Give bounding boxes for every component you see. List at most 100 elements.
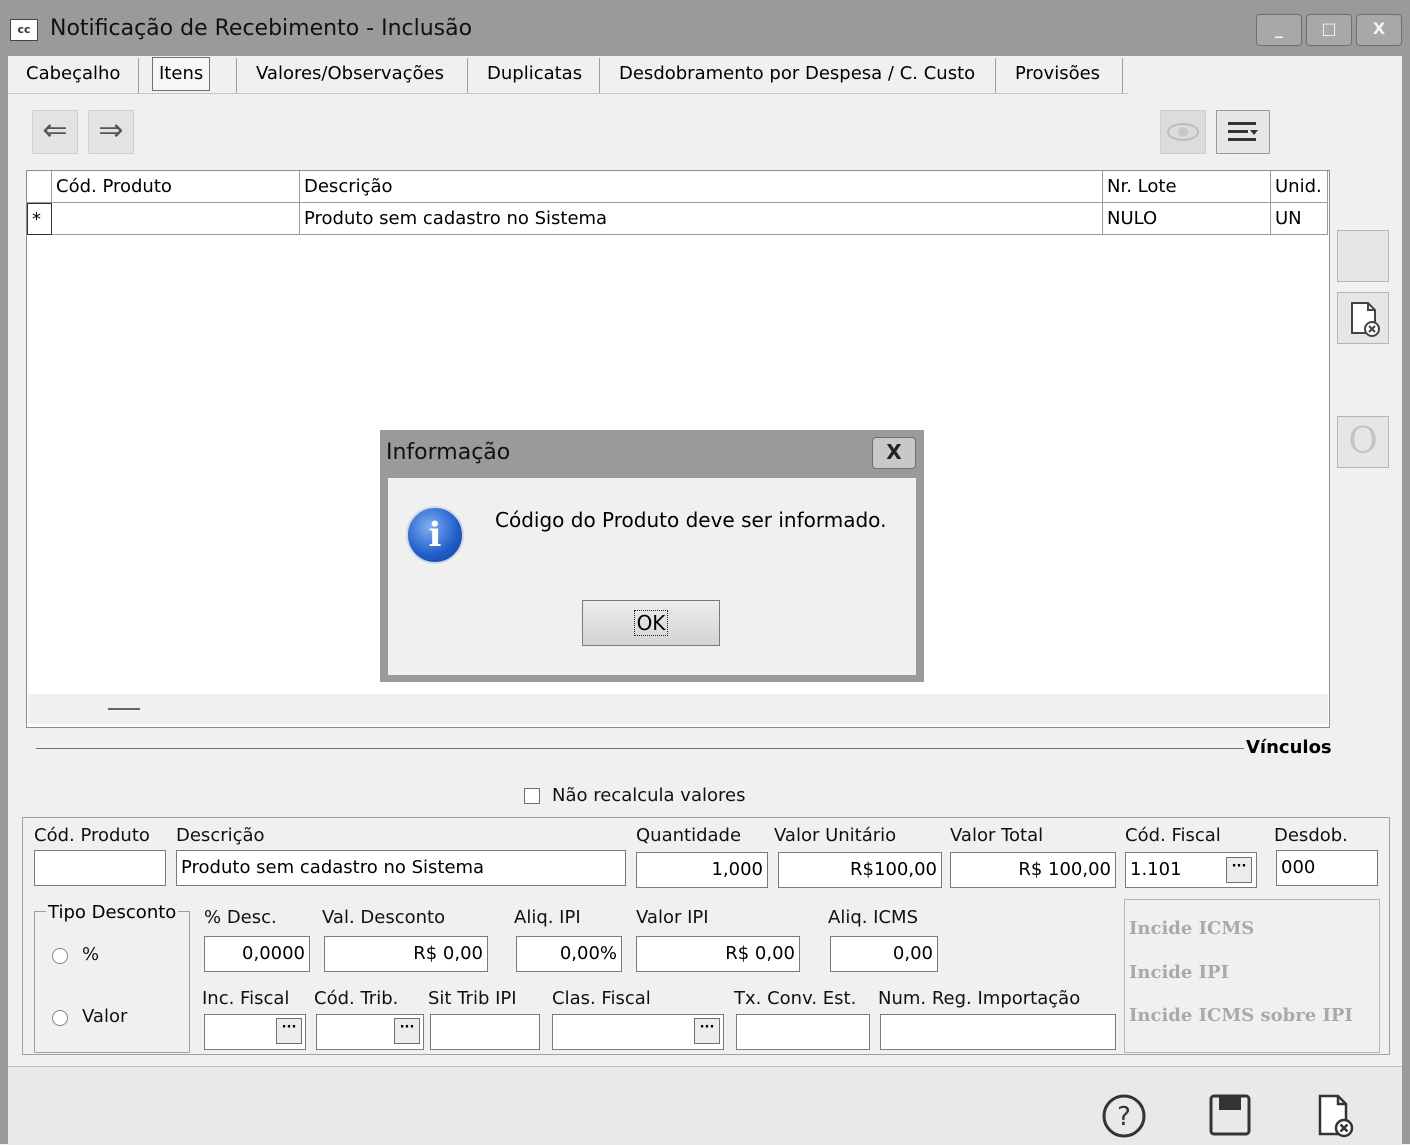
tab-valores-observacoes[interactable]: Valores/Observações bbox=[250, 58, 450, 92]
tab-separator bbox=[1122, 58, 1123, 94]
tab-separator bbox=[236, 58, 237, 94]
incide-icms-sobre-ipi-label: Incide ICMS sobre IPI bbox=[1129, 1005, 1353, 1026]
tipo-desconto-valor-radio[interactable] bbox=[52, 1010, 68, 1026]
tab-desdobramento[interactable]: Desdobramento por Despesa / C. Custo bbox=[613, 58, 981, 92]
grid-cell-nr-lote[interactable]: NULO bbox=[1103, 203, 1271, 235]
grid-cell-cod-produto[interactable] bbox=[52, 203, 300, 235]
next-arrow-button[interactable]: ⇒ bbox=[88, 110, 134, 154]
grid-cell-descricao[interactable]: Produto sem cadastro no Sistema bbox=[300, 203, 1103, 235]
clas-fiscal-label: Clas. Fiscal bbox=[552, 988, 651, 1009]
remove-item-button[interactable] bbox=[1337, 292, 1389, 344]
desdob-label: Desdob. bbox=[1274, 825, 1348, 846]
inc-fiscal-lookup-button[interactable]: ··· bbox=[276, 1018, 302, 1044]
cod-trib-lookup-button[interactable]: ··· bbox=[394, 1018, 420, 1044]
grid-header-cod-produto[interactable]: Cód. Produto bbox=[52, 171, 300, 203]
aliq-ipi-input[interactable]: 0,00% bbox=[516, 936, 622, 972]
dialog-close-button[interactable]: X bbox=[872, 437, 916, 469]
aliq-ipi-label: Aliq. IPI bbox=[514, 907, 581, 928]
scroll-thumb[interactable] bbox=[108, 708, 140, 710]
vinculos-divider bbox=[36, 748, 1244, 749]
window-title: Notificação de Recebimento - Inclusão bbox=[50, 16, 473, 41]
document-cancel-icon bbox=[1351, 302, 1380, 337]
perc-desc-input[interactable]: 0,0000 bbox=[204, 936, 310, 972]
ok-button[interactable]: OK bbox=[582, 600, 720, 646]
dialog-title: Informação bbox=[386, 440, 511, 465]
side-disabled-button[interactable]: O bbox=[1337, 416, 1389, 468]
sit-trib-ipi-label: Sit Trib IPI bbox=[428, 988, 517, 1009]
save-button[interactable] bbox=[1206, 1092, 1254, 1145]
nao-recalcula-checkbox[interactable] bbox=[524, 788, 540, 804]
tx-conv-est-input[interactable] bbox=[736, 1014, 870, 1050]
tipo-desconto-percent-radio[interactable] bbox=[52, 948, 68, 964]
desdob-input[interactable]: 000 bbox=[1276, 850, 1378, 886]
eye-icon bbox=[1167, 123, 1199, 141]
maximize-button[interactable]: □ bbox=[1306, 14, 1352, 46]
window-frame-left bbox=[0, 56, 8, 1144]
incide-ipi-label: Incide IPI bbox=[1129, 962, 1229, 983]
tabs-baseline bbox=[8, 93, 1128, 94]
descricao-input[interactable]: Produto sem cadastro no Sistema bbox=[176, 850, 626, 886]
view-button[interactable] bbox=[1160, 110, 1206, 154]
inc-fiscal-label: Inc. Fiscal bbox=[202, 988, 290, 1009]
tab-duplicatas[interactable]: Duplicatas bbox=[481, 58, 588, 92]
tab-separator bbox=[599, 58, 600, 94]
grid-header-unid[interactable]: Unid. bbox=[1271, 171, 1328, 203]
aliq-icms-label: Aliq. ICMS bbox=[828, 907, 919, 928]
dialog-message: Código do Produto deve ser informado. bbox=[495, 508, 887, 532]
info-icon: i bbox=[406, 506, 464, 564]
descricao-label: Descrição bbox=[176, 825, 265, 846]
cod-produto-input[interactable] bbox=[34, 850, 166, 886]
valor-ipi-input[interactable]: R$ 0,00 bbox=[636, 936, 800, 972]
grid-row-indicator-header bbox=[27, 171, 52, 203]
tab-cabecalho[interactable]: Cabeçalho bbox=[20, 58, 126, 92]
aliq-icms-input[interactable]: 0,00 bbox=[830, 936, 938, 972]
grid-cell-unid[interactable]: UN bbox=[1271, 203, 1328, 235]
list-options-button[interactable] bbox=[1216, 110, 1270, 154]
previous-arrow-button[interactable]: ⇐ bbox=[32, 110, 78, 154]
quantidade-input[interactable]: 1,000 bbox=[636, 852, 768, 888]
cancel-button[interactable] bbox=[1312, 1092, 1360, 1145]
close-window-button[interactable]: X bbox=[1356, 14, 1402, 46]
grid-header-descricao[interactable]: Descrição bbox=[300, 171, 1103, 203]
grid-row-indicator[interactable]: * bbox=[27, 203, 52, 235]
quantidade-label: Quantidade bbox=[636, 825, 742, 846]
valor-unitario-label: Valor Unitário bbox=[774, 825, 897, 846]
tab-provisoes[interactable]: Provisões bbox=[1009, 58, 1106, 92]
tx-conv-est-label: Tx. Conv. Est. bbox=[734, 988, 857, 1009]
tab-separator bbox=[467, 58, 468, 94]
list-icon bbox=[1228, 122, 1258, 141]
vinculos-label: Vínculos bbox=[1246, 737, 1332, 758]
valor-unitario-input[interactable]: R$100,00 bbox=[778, 852, 942, 888]
valor-total-input[interactable]: R$ 100,00 bbox=[950, 852, 1116, 888]
incide-icms-label: Incide ICMS bbox=[1129, 918, 1255, 939]
side-blank-button[interactable] bbox=[1337, 230, 1389, 282]
svg-text:?: ? bbox=[1117, 1102, 1131, 1132]
tab-itens[interactable]: Itens bbox=[152, 57, 211, 91]
nao-recalcula-label: Não recalcula valores bbox=[552, 785, 746, 806]
grid-header-nr-lote[interactable]: Nr. Lote bbox=[1103, 171, 1271, 203]
num-reg-importacao-input[interactable] bbox=[880, 1014, 1116, 1050]
val-desconto-label: Val. Desconto bbox=[322, 907, 446, 928]
tipo-desconto-valor-label: Valor bbox=[82, 1006, 128, 1027]
cod-fiscal-lookup-button[interactable]: ··· bbox=[1226, 857, 1252, 883]
tab-separator bbox=[138, 58, 139, 94]
valor-total-label: Valor Total bbox=[950, 825, 1044, 846]
perc-desc-label: % Desc. bbox=[204, 907, 277, 928]
clas-fiscal-lookup-button[interactable]: ··· bbox=[694, 1018, 720, 1044]
tab-separator bbox=[995, 58, 996, 94]
app-icon: cc bbox=[10, 19, 38, 41]
val-desconto-input[interactable]: R$ 0,00 bbox=[324, 936, 488, 972]
sit-trib-ipi-input[interactable] bbox=[430, 1014, 540, 1050]
minimize-button[interactable]: _ bbox=[1256, 14, 1302, 46]
grid-horizontal-scrollbar[interactable] bbox=[28, 694, 1328, 724]
valor-ipi-label: Valor IPI bbox=[636, 907, 709, 928]
window-frame-right bbox=[1402, 56, 1410, 1144]
cod-trib-label: Cód. Trib. bbox=[314, 988, 399, 1009]
save-icon bbox=[1209, 1094, 1251, 1136]
footer-bar bbox=[8, 1066, 1402, 1145]
tipo-desconto-label: Tipo Desconto bbox=[46, 902, 179, 923]
help-button[interactable]: ? bbox=[1100, 1092, 1148, 1145]
tipo-desconto-group bbox=[34, 911, 190, 1053]
cancel-doc-icon bbox=[1318, 1094, 1354, 1138]
cod-fiscal-label: Cód. Fiscal bbox=[1125, 825, 1221, 846]
